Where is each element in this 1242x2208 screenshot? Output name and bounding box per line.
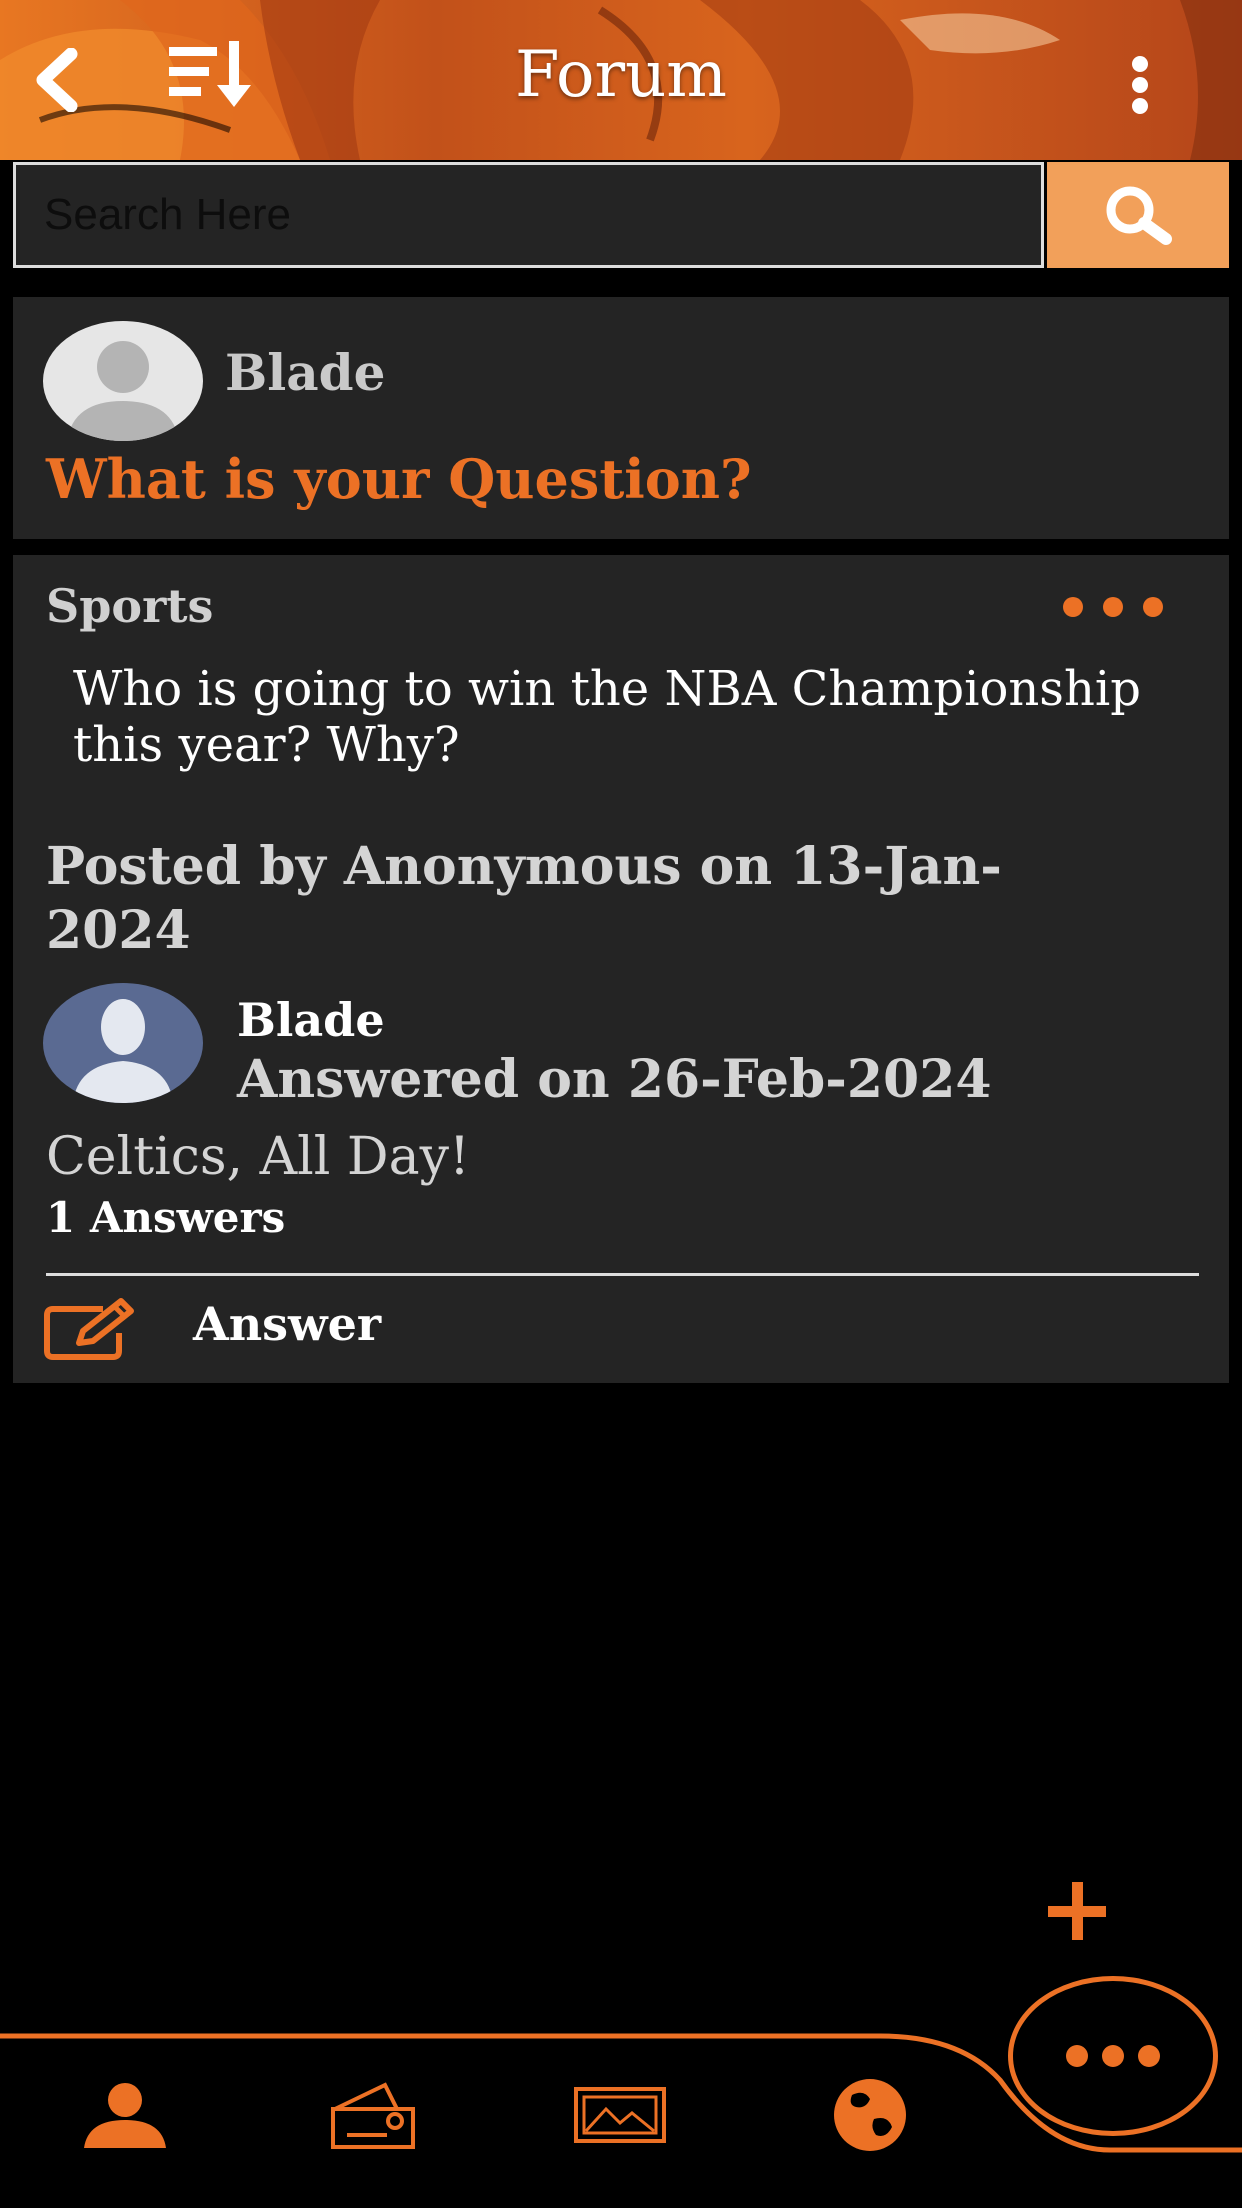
nav-gallery[interactable] bbox=[565, 2070, 675, 2160]
plus-icon bbox=[1048, 1882, 1106, 1940]
avatar bbox=[43, 321, 203, 441]
dot-icon bbox=[1103, 597, 1123, 617]
search-button[interactable] bbox=[1047, 162, 1229, 268]
profile-icon bbox=[84, 2083, 166, 2148]
post-question[interactable]: Who is going to win the NBA Championship… bbox=[73, 661, 1193, 773]
divider bbox=[46, 1273, 1199, 1276]
ask-question-prompt[interactable]: What is your Question? bbox=[46, 447, 752, 511]
money-icon bbox=[331, 2082, 415, 2149]
overflow-menu-button[interactable] bbox=[1110, 40, 1170, 130]
search-input[interactable] bbox=[16, 165, 1041, 265]
nav-profile[interactable] bbox=[70, 2070, 180, 2160]
answer-text: Celtics, All Day! bbox=[46, 1127, 470, 1187]
vertical-ellipsis-icon bbox=[1132, 56, 1148, 114]
search-icon bbox=[1106, 186, 1172, 245]
nav-money[interactable] bbox=[318, 2070, 428, 2160]
answer-button-label: Answer bbox=[193, 1297, 382, 1351]
user-avatar-icon bbox=[73, 999, 173, 1103]
default-user-avatar-icon bbox=[67, 341, 179, 441]
ask-question-card[interactable]: Blade What is your Question? bbox=[13, 297, 1229, 539]
current-user-name: Blade bbox=[225, 343, 386, 402]
more-options-fab[interactable] bbox=[1008, 1976, 1218, 2136]
dot-icon bbox=[1066, 2045, 1088, 2067]
dot-icon bbox=[1143, 597, 1163, 617]
forum-post-card: Sports Who is going to win the NBA Champ… bbox=[13, 555, 1229, 1383]
edit-icon bbox=[44, 1298, 134, 1360]
answer-button[interactable]: Answer bbox=[43, 1285, 463, 1375]
nav-globe[interactable] bbox=[815, 2070, 925, 2160]
dot-icon bbox=[1138, 2045, 1160, 2067]
search-field bbox=[13, 162, 1044, 268]
app-header: Forum bbox=[0, 0, 1242, 160]
post-category: Sports bbox=[46, 579, 214, 633]
dot-icon bbox=[1063, 597, 1083, 617]
answer-user-avatar bbox=[43, 983, 203, 1103]
answered-on-date: Answered on 26-Feb-2024 bbox=[237, 1049, 992, 1110]
globe-icon bbox=[834, 2079, 906, 2151]
post-options-button[interactable] bbox=[1063, 587, 1163, 627]
dot-icon bbox=[1102, 2045, 1124, 2067]
answer-user-name: Blade bbox=[237, 993, 385, 1047]
page-title: Forum bbox=[515, 38, 727, 112]
add-post-button[interactable] bbox=[1042, 1876, 1112, 1946]
posted-by: Posted by Anonymous on 13-Jan-2024 bbox=[46, 836, 1002, 961]
answer-count[interactable]: 1 Answers bbox=[46, 1193, 285, 1242]
gallery-icon bbox=[574, 2087, 666, 2143]
